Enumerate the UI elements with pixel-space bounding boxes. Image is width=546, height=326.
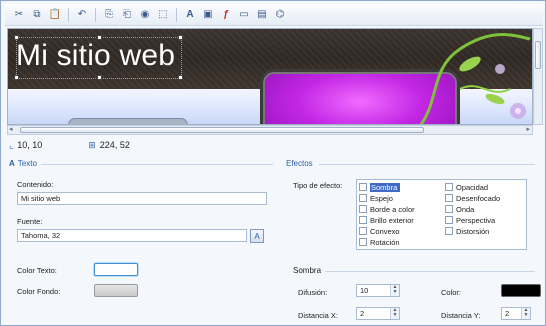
distancia-y-label: Distancia Y:	[441, 311, 481, 320]
monitor-icon[interactable]: ▭	[236, 7, 252, 23]
fuente-input[interactable]: Tahoma, 32	[17, 229, 247, 242]
contenido-input[interactable]: Mi sitio web	[17, 192, 267, 205]
copy-icon[interactable]: ⧉	[29, 7, 45, 23]
effect-brillo-exterior[interactable]: Brillo exterior	[359, 215, 414, 225]
checkbox[interactable]	[359, 216, 367, 224]
color-sombra-label: Color:	[441, 288, 462, 297]
copy-format-icon[interactable]: ⎘	[101, 7, 117, 23]
section-divider	[325, 271, 535, 272]
position-readout: ⌞ 10, 10	[9, 139, 43, 151]
text-icon: A	[9, 159, 15, 168]
effects-list: Sombra Espejo Borde a color Brillo exter…	[356, 179, 527, 250]
contenido-label: Contenido:	[17, 180, 54, 189]
paste-icon[interactable]: 📋	[47, 7, 63, 23]
sombra-section-heading: Sombra	[293, 266, 322, 275]
toolbar-separator	[95, 7, 96, 22]
size-icon: ⊞	[88, 139, 96, 150]
site-title-text[interactable]: Mi sitio web	[16, 39, 175, 73]
resize-handle[interactable]	[14, 75, 19, 80]
checkbox[interactable]	[445, 216, 453, 224]
checkbox[interactable]	[445, 205, 453, 213]
vertical-scroll-thumb[interactable]	[535, 41, 541, 69]
checkbox[interactable]	[359, 205, 367, 213]
horizontal-scrollbar[interactable]: ◂ ▸	[7, 125, 533, 135]
effect-opacidad[interactable]: Opacidad	[445, 182, 488, 192]
color-fondo-label: Color Fondo:	[17, 287, 61, 296]
scroll-left-icon[interactable]: ◂	[9, 126, 13, 134]
difusion-label: Difusión:	[298, 288, 328, 297]
effect-rotacion[interactable]: Rotación	[359, 237, 400, 247]
color-fondo-swatch[interactable]	[94, 284, 138, 297]
vertical-scrollbar[interactable]	[533, 28, 543, 125]
tipo-efecto-label: Tipo de efecto:	[293, 181, 343, 190]
undo-icon[interactable]: ↶	[74, 7, 90, 23]
texto-section-heading: A Texto	[9, 159, 37, 168]
spinner-arrows-icon[interactable]: ▲ ▼	[521, 308, 530, 319]
preview-canvas[interactable]: Mi sitio web	[7, 28, 533, 125]
effect-onda[interactable]: Onda	[445, 204, 474, 214]
effect-espejo[interactable]: Espejo	[359, 193, 393, 203]
distancia-y-spinner[interactable]: 2 ▲ ▼	[501, 307, 531, 320]
cut-icon[interactable]: ✂	[11, 7, 27, 23]
efectos-section-heading: Efectos	[286, 159, 313, 168]
document-icon[interactable]: ▤	[254, 7, 270, 23]
resize-handle[interactable]	[178, 75, 183, 80]
text-icon[interactable]: A	[182, 7, 198, 23]
toolbar: ✂ ⧉ 📋 ↶ ⎘ ⎗ ◉ ⬚ A ▣ ƒ ▭ ▤ ⌬	[5, 4, 543, 26]
fuente-label: Fuente:	[17, 217, 43, 226]
editor-window: ✂ ⧉ 📋 ↶ ⎘ ⎗ ◉ ⬚ A ▣ ƒ ▭ ▤ ⌬ Mi sitio web…	[0, 0, 546, 326]
toolbar-separator	[176, 7, 177, 22]
toolbar-separator	[68, 7, 69, 22]
vine-decoration	[419, 33, 531, 124]
size-readout: ⊞ 224, 52	[88, 139, 130, 151]
checkbox[interactable]	[359, 238, 367, 246]
paste-format-icon[interactable]: ⎗	[119, 7, 135, 23]
effect-perspectiva[interactable]: Perspectiva	[445, 215, 495, 225]
color-texto-swatch[interactable]	[94, 263, 138, 276]
resize-handle[interactable]	[178, 35, 183, 40]
crop-icon[interactable]: ⬚	[155, 7, 171, 23]
checkbox[interactable]	[445, 227, 453, 235]
image-icon[interactable]: ◉	[137, 7, 153, 23]
spinner-arrows-icon[interactable]: ▲ ▼	[390, 308, 399, 319]
distancia-x-spinner[interactable]: 2 ▲ ▼	[356, 307, 400, 320]
distancia-x-label: Distancia X:	[298, 311, 339, 320]
gray-pill-graphic	[68, 118, 188, 124]
color-sombra-swatch[interactable]	[501, 284, 541, 297]
effect-desenfocado[interactable]: Desenfocado	[445, 193, 500, 203]
effect-sombra[interactable]: Sombra	[359, 182, 401, 192]
checkbox[interactable]	[359, 227, 367, 235]
position-icon: ⌞	[9, 139, 14, 150]
picture-icon[interactable]: ▣	[200, 7, 216, 23]
difusion-spinner[interactable]: 10 ▲ ▼	[356, 284, 400, 297]
color-texto-label: Color Texto:	[17, 266, 57, 275]
horizontal-scroll-thumb[interactable]	[20, 127, 424, 133]
flash-icon[interactable]: ƒ	[218, 7, 234, 23]
section-divider	[41, 164, 273, 165]
spinner-arrows-icon[interactable]: ▲ ▼	[390, 285, 399, 296]
checkbox[interactable]	[359, 183, 367, 191]
checkbox[interactable]	[445, 194, 453, 202]
scroll-right-icon[interactable]: ▸	[526, 126, 530, 134]
font-picker-button[interactable]: A	[250, 229, 264, 243]
binoculars-icon[interactable]: ⌬	[272, 7, 288, 23]
resize-handle[interactable]	[97, 75, 102, 80]
effect-convexo[interactable]: Convexo	[359, 226, 400, 236]
font-picker-icon: A	[254, 231, 260, 241]
effect-distorsion[interactable]: Distorsión	[445, 226, 489, 236]
effect-borde-color[interactable]: Borde a color	[359, 204, 415, 214]
checkbox[interactable]	[359, 194, 367, 202]
section-divider	[319, 164, 535, 165]
status-bar: ⌞ 10, 10 ⊞ 224, 52	[7, 137, 543, 153]
checkbox[interactable]	[445, 183, 453, 191]
